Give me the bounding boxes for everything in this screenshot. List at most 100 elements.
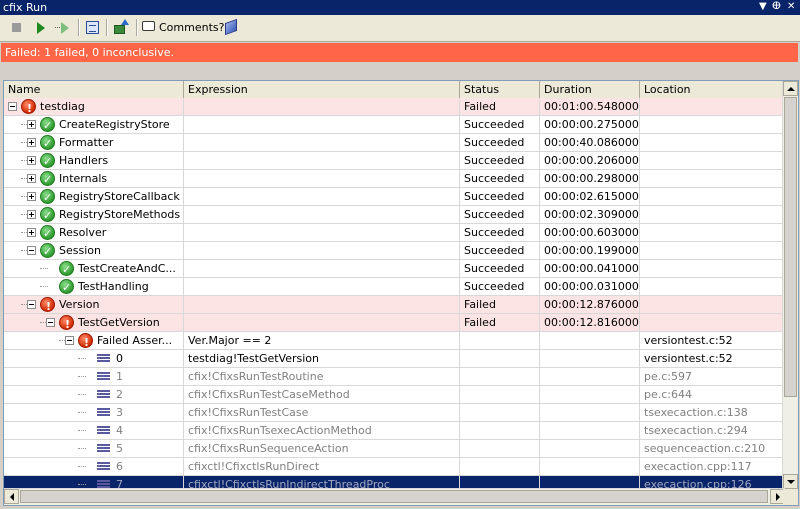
cell-location [640,278,785,295]
collapse-icon[interactable] [27,246,36,255]
cell-status: Failed [460,98,540,115]
view-button[interactable] [84,18,102,38]
cell-name: 3 [4,404,184,421]
cell-name: Internals [4,170,184,187]
tree-row[interactable]: Version Failed00:00:12.8760000 [4,296,785,314]
tree-connector-line [40,268,48,269]
cell-location: versiontest.c:52 [640,350,785,367]
tree-row[interactable]: 1 cfix!CfixsRunTestRoutine pe.c:597 [4,368,785,386]
cell-status: Succeeded [460,260,540,277]
row-label: 3 [116,406,123,419]
cell-expression [184,296,460,313]
scroll-down-button[interactable] [783,474,798,489]
tree-row[interactable]: 6 cfixctl!CfixctlsRunDirect execaction.cpp… [4,458,785,476]
tree-row[interactable]: 2 cfix!CfixsRunTestCaseMethod pe.c:644 [4,386,785,404]
column-header-duration[interactable]: Duration [540,81,640,98]
horizontal-scroll-thumb[interactable] [20,490,768,503]
cell-status [460,404,540,421]
stack-frame-icon [97,354,110,363]
cell-duration [540,350,640,367]
cell-location [640,206,785,223]
tree-row[interactable]: Internals Succeeded00:00:00.2980000 [4,170,785,188]
layers-icon [225,18,237,36]
cell-status: Succeeded [460,134,540,151]
cell-duration [540,386,640,403]
success-check-icon [40,207,55,223]
cell-duration: 00:00:02.3090000 [540,206,640,223]
cell-expression [184,152,460,169]
tree-row[interactable]: RegistryStoreMethods Succeeded00:00:02.30… [4,206,785,224]
tree-row[interactable]: 3 cfix!CfixsRunTestCase tsexecaction.c:138 [4,404,785,422]
success-check-icon [40,171,55,187]
cell-status: Failed [460,296,540,313]
stop-button[interactable] [8,18,24,38]
horizontal-scrollbar[interactable] [4,488,785,505]
row-label: Handlers [59,154,109,167]
expand-icon[interactable] [27,228,36,237]
vertical-scroll-thumb[interactable] [784,97,797,397]
expand-icon[interactable] [27,156,36,165]
tree-row[interactable]: TestCreateAndC... Succeeded00:00:00.04100… [4,260,785,278]
collapse-icon[interactable] [46,318,55,327]
cell-location: pe.c:644 [640,386,785,403]
tree-connector-line [78,358,86,359]
cell-name: TestHandling [4,278,184,295]
cell-name: 2 [4,386,184,403]
comments-button[interactable]: Comments? [141,18,224,38]
tree-row[interactable]: Session Succeeded00:00:00.1990000 [4,242,785,260]
scroll-left-button[interactable] [4,489,19,504]
column-header-location[interactable]: Location [640,81,785,98]
collapse-icon[interactable] [65,336,74,345]
scroll-up-button[interactable] [783,81,798,96]
cell-name: 6 [4,458,184,475]
cell-status [460,458,540,475]
tree-row[interactable]: testdiag Failed00:01:00.5480000 [4,98,785,116]
collapse-icon[interactable] [8,102,17,111]
run-button[interactable] [32,18,48,38]
cell-duration [540,440,640,457]
column-header-expression[interactable]: Expression [184,81,460,98]
collapse-icon[interactable] [27,300,36,309]
step-run-button[interactable] [54,18,72,38]
cell-name: Version [4,296,184,313]
list-lines-icon [89,25,96,32]
expand-icon[interactable] [27,138,36,147]
comments-label: Comments? [159,21,225,34]
tree-row[interactable]: TestGetVersion Failed00:00:12.8160000 [4,314,785,332]
column-header-name[interactable]: Name [4,81,184,98]
tree-row[interactable]: Handlers Succeeded00:00:00.2060000 [4,152,785,170]
tree-row[interactable]: Formatter Succeeded00:00:40.0860000 [4,134,785,152]
tree-row[interactable]: CreateRegistryStore Succeeded00:00:00.275… [4,116,785,134]
cell-expression [184,260,460,277]
toolbar: Comments? [0,15,800,42]
tree-row[interactable]: Resolver Succeeded00:00:00.6030000 [4,224,785,242]
debug-button[interactable] [112,18,130,38]
result-banner: Failed: 1 failed, 0 inconclusive. [1,43,798,62]
row-label: Failed Asser... [97,334,173,347]
toolbar-separator [136,19,138,36]
cell-location [640,170,785,187]
cell-location: tsexecaction.c:294 [640,422,785,439]
expand-icon[interactable] [27,192,36,201]
expand-icon[interactable] [27,210,36,219]
column-header-status[interactable]: Status [460,81,540,98]
tree-row[interactable]: Failed Asser... Ver.Major == 2 versiontest… [4,332,785,350]
results-tree-grid[interactable]: Name Expression Status Duration Location… [3,80,799,506]
cell-name: 4 [4,422,184,439]
layers-button[interactable] [222,18,242,38]
window-dropdown-icon[interactable]: ▼ [759,1,767,13]
tree-row[interactable]: TestHandling Succeeded00:00:00.0310000 [4,278,785,296]
tree-row[interactable]: RegistryStoreCallback Succeeded00:00:02.6… [4,188,785,206]
row-label: 2 [116,388,123,401]
toolbar-separator [106,19,108,36]
expand-icon[interactable] [27,174,36,183]
cell-location [640,152,785,169]
vertical-scrollbar[interactable] [782,81,798,489]
tree-row[interactable]: 4 cfix!CfixsRunTsexecActionMethod tsexecac… [4,422,785,440]
pin-icon[interactable]: ⴲ [772,1,781,13]
tree-row[interactable]: 0 testdiag!TestGetVersion versiontest.c:52 [4,350,785,368]
tree-row[interactable]: 5 cfix!CfixsRunSequenceAction sequenceacti… [4,440,785,458]
cell-status [460,440,540,457]
close-icon[interactable]: ✕ [787,1,795,13]
expand-icon[interactable] [27,120,36,129]
